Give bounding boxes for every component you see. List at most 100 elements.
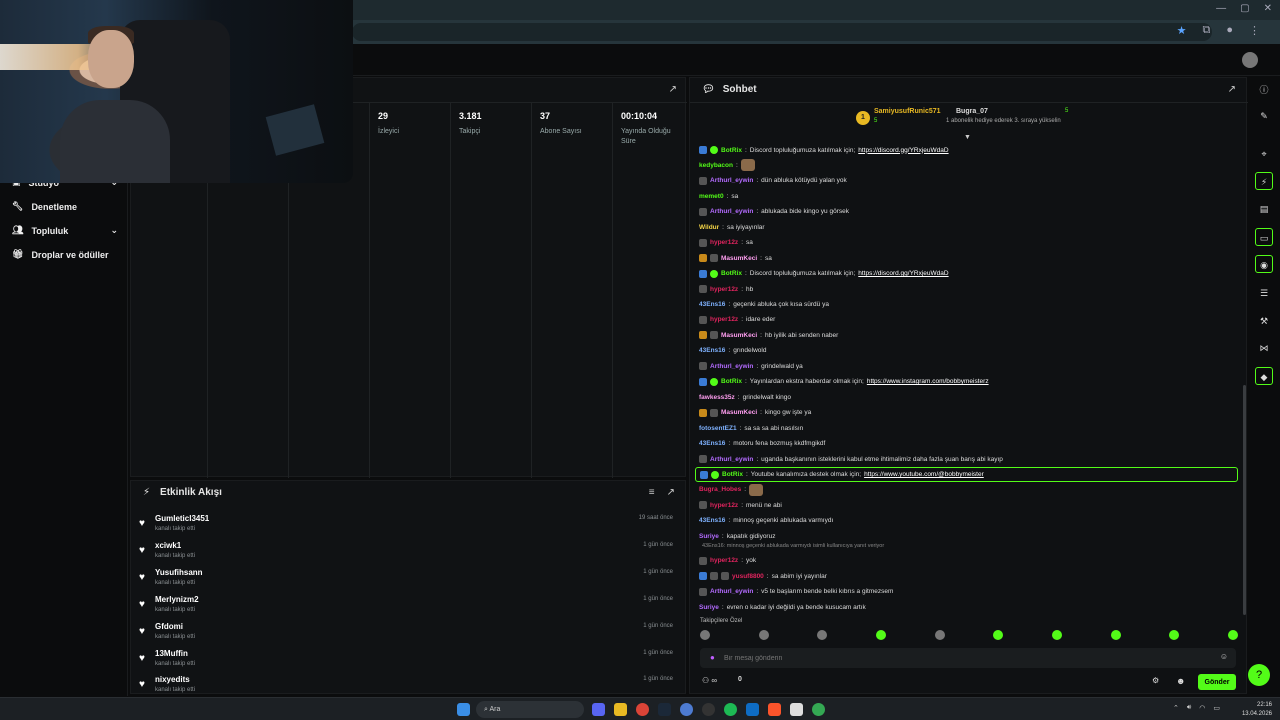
chevron-up-icon[interactable]: ⌃ [1173, 704, 1179, 712]
chat-username[interactable]: BotRix [722, 471, 743, 478]
chat-username[interactable]: hyper12z [710, 557, 738, 564]
chat-username[interactable]: Arthurl_eywin [710, 588, 753, 595]
gifter-name[interactable]: Bugra_07 [956, 108, 988, 115]
chat-username[interactable]: hyper12z [710, 239, 738, 246]
emote[interactable] [934, 630, 945, 640]
mic-icon[interactable]: ● [710, 653, 715, 662]
profile-icon[interactable]: ● [1226, 24, 1233, 37]
lightning-icon[interactable]: ⚡︎ [1255, 172, 1273, 190]
popout-icon[interactable]: ↗ [667, 487, 675, 498]
chat-username[interactable]: fawkess35z [699, 394, 735, 401]
chat-username[interactable]: MasumKeci [721, 332, 757, 339]
gifter-name[interactable]: SamiyusufRunic571 [874, 108, 941, 115]
document-icon[interactable]: ▤ [1255, 200, 1273, 218]
chat-username[interactable]: fotosentEZ1 [699, 425, 737, 432]
emote[interactable] [1110, 630, 1121, 640]
extensions-icon[interactable]: ⧉ [1202, 24, 1210, 37]
chat-username[interactable]: Arthurl_eywin [710, 456, 753, 463]
chat-username[interactable]: MasumKeci [721, 255, 757, 262]
popout-icon[interactable]: ↗ [1228, 84, 1236, 95]
chat-username[interactable]: hyper12z [710, 286, 738, 293]
chat-username[interactable]: 43Ens16 [699, 301, 725, 308]
chat-username[interactable]: BotRix [721, 378, 742, 385]
emote[interactable] [817, 630, 828, 640]
chat-username[interactable]: BotRix [721, 270, 742, 277]
menu-icon[interactable]: ⋮ [1249, 24, 1260, 37]
send-button[interactable]: Gönder [1198, 674, 1236, 690]
sidebar-item-drops[interactable]: 🎁︎ Droplar ve ödüller [12, 249, 118, 260]
url-field[interactable] [352, 23, 1212, 41]
chat-link[interactable]: https://discord.gg/YRxjeuWdaD [858, 147, 948, 154]
windows-start-icon[interactable] [457, 703, 470, 716]
chat-username[interactable]: Arthurl_eywin [710, 363, 753, 370]
emote[interactable] [1227, 630, 1238, 640]
chat-icon[interactable]: ▭ [1255, 228, 1273, 246]
chat-username[interactable]: Suriye [699, 604, 719, 611]
chat-username[interactable]: kedybacon [699, 162, 733, 169]
filter-icon[interactable]: ≡ [649, 487, 655, 498]
follower-name[interactable]: nixyedits [155, 675, 190, 684]
clock[interactable]: 22:16 13.04.2026 [1242, 701, 1272, 719]
points-value[interactable]: 0 [738, 676, 742, 683]
obs-icon[interactable] [702, 703, 715, 716]
sound-icon[interactable]: 🔊︎ [1187, 704, 1191, 712]
chat-link[interactable]: https://www.instagram.com/bobbymeisterz [867, 378, 989, 385]
chat-input[interactable] [724, 651, 1204, 665]
help-button[interactable]: ? [1248, 664, 1270, 686]
notion-icon[interactable] [790, 703, 803, 716]
chat-username[interactable]: MasumKeci [721, 409, 757, 416]
minimize-icon[interactable]: — [1216, 3, 1226, 14]
folder-icon[interactable] [614, 703, 627, 716]
emote[interactable] [993, 630, 1004, 640]
chat-username[interactable]: yusuf8800 [732, 573, 764, 580]
discord-icon[interactable] [592, 703, 605, 716]
emote[interactable] [1169, 630, 1180, 640]
follower-name[interactable]: Gumleticl3451 [155, 514, 209, 523]
chat-username[interactable]: hyper12z [710, 316, 738, 323]
chat-username[interactable]: 43Ens16 [699, 440, 725, 447]
chat-link[interactable]: https://www.youtube.com/@bobbymeister [864, 471, 984, 478]
chat-link[interactable]: https://discord.gg/YRxjeuWdaD [858, 270, 948, 277]
chrome-icon[interactable] [812, 703, 825, 716]
maximize-icon[interactable]: ▢ [1240, 3, 1249, 14]
bookmark-star-icon[interactable]: ★ [1177, 24, 1187, 37]
settings-icon[interactable]: ⚙ [1152, 676, 1159, 685]
collapse-icon[interactable]: ▼ [964, 134, 971, 141]
emoji-icon[interactable]: ☺ [1220, 652, 1228, 661]
wrench-icon[interactable]: ⚒ [1255, 312, 1273, 330]
sidebar-item-moderation[interactable]: 🔧︎ Denetleme [12, 201, 118, 212]
follower-name[interactable]: xciwk1 [155, 541, 181, 550]
close-icon[interactable]: ✕ [1264, 3, 1272, 14]
emote[interactable] [758, 630, 769, 640]
chat-username[interactable]: Arthurl_eywin [710, 208, 753, 215]
chat-username[interactable]: Arthurl_eywin [710, 177, 753, 184]
chat-username[interactable]: hyper12z [710, 502, 738, 509]
viewers-icon[interactable]: ⚇ ∞ [702, 676, 717, 685]
emote[interactable] [700, 630, 710, 640]
app-icon[interactable]: ◆ [1255, 367, 1273, 385]
chrome-icon[interactable] [636, 703, 649, 716]
wifi-icon[interactable]: ◠ [1199, 704, 1205, 712]
chat-username[interactable]: Wildur [699, 224, 719, 231]
chat-username[interactable]: 43Ens16 [699, 347, 725, 354]
battery-icon[interactable]: ▭ [1213, 704, 1220, 712]
stack-icon[interactable]: ☰ [1255, 284, 1273, 302]
users-icon[interactable]: ☻ [1176, 676, 1185, 686]
chat-username[interactable]: BotRix [721, 147, 742, 154]
brave-icon[interactable] [768, 703, 781, 716]
spotify-icon[interactable] [724, 703, 737, 716]
chat-username[interactable]: 43Ens16 [699, 517, 725, 524]
scrollbar[interactable] [1243, 385, 1246, 615]
follower-name[interactable]: Merlynizm2 [155, 595, 199, 604]
chat-username[interactable]: Suriye [699, 533, 719, 540]
sidebar-item-community[interactable]: 👥︎ Topluluk ⌄ [12, 225, 118, 236]
taskbar-search[interactable]: ⌕ Ara [476, 701, 584, 718]
share-icon[interactable]: ⋈ [1255, 339, 1273, 357]
popout-icon[interactable]: ↗ [669, 84, 677, 95]
pencil-icon[interactable]: ✎ [1255, 107, 1273, 125]
chat-username[interactable]: memet0 [699, 193, 724, 200]
info-icon[interactable]: ⓘ [1255, 81, 1273, 99]
emote[interactable] [875, 630, 886, 640]
chat-username[interactable]: Bugra_Hobes [699, 486, 741, 493]
app-icon[interactable] [680, 703, 693, 716]
